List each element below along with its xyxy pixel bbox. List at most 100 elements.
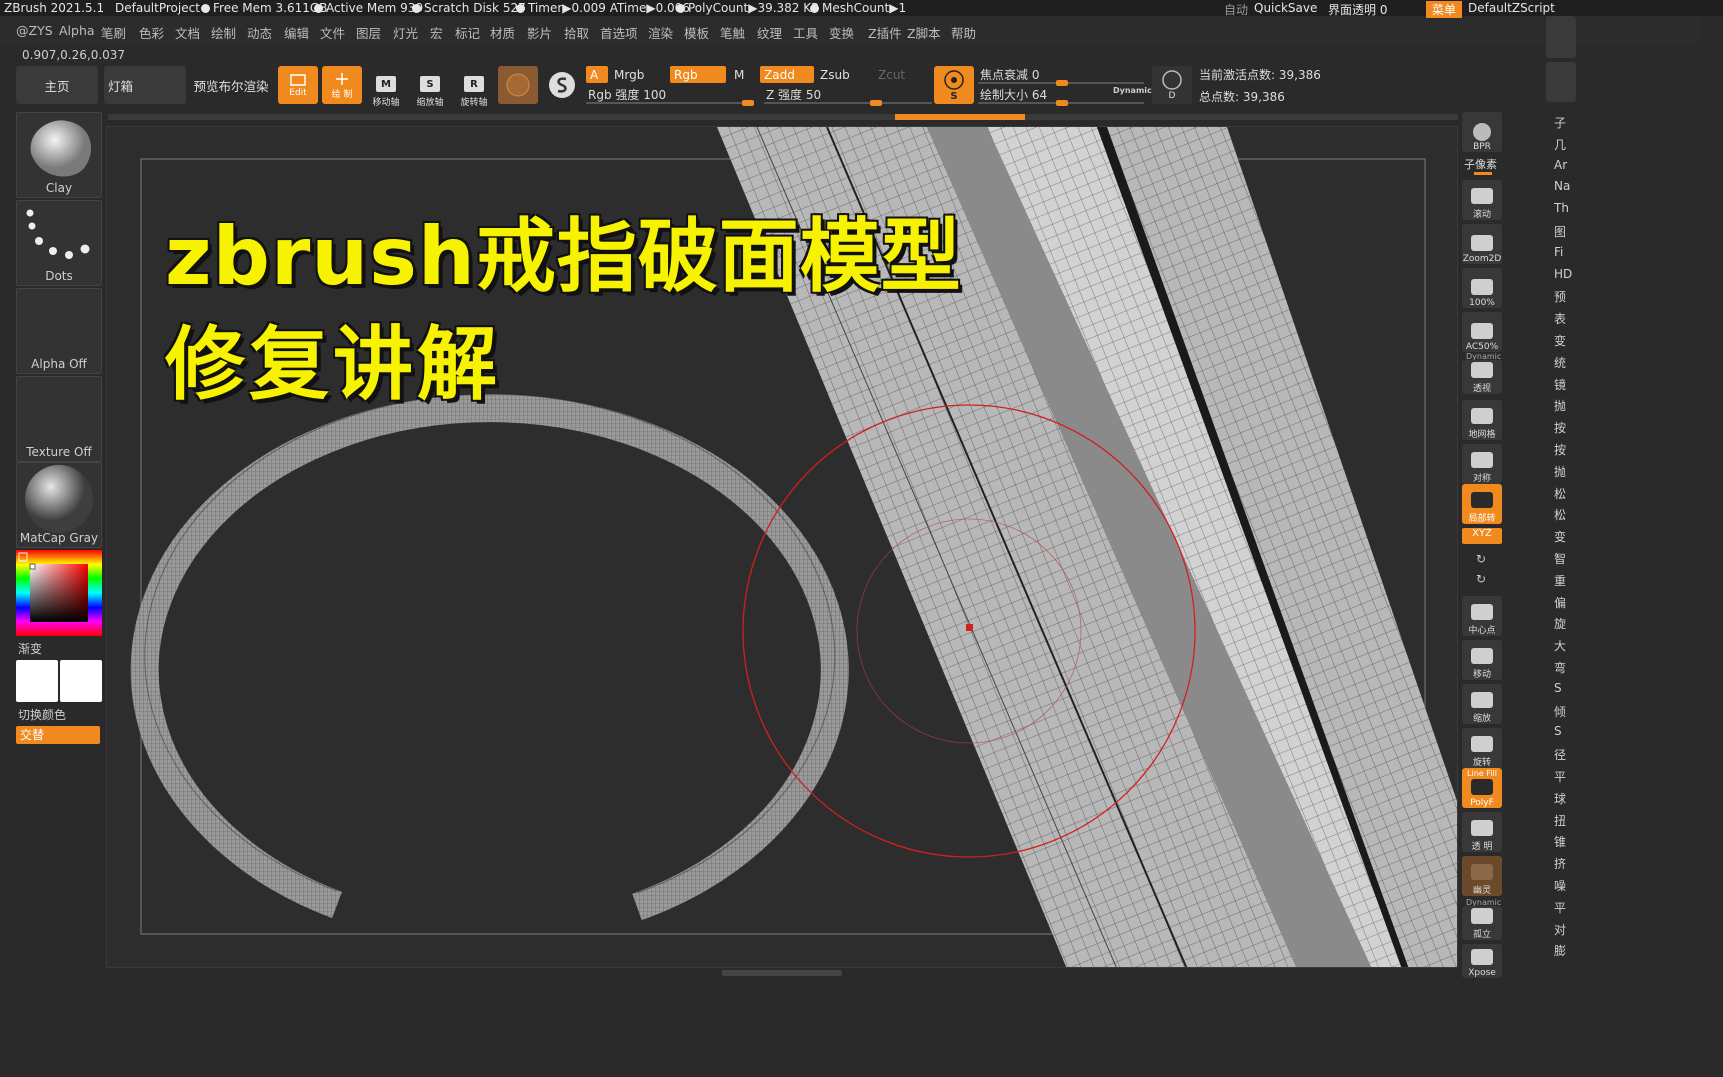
menu-item-20[interactable]: 纹理: [757, 23, 782, 42]
menu-item-17[interactable]: 渲染: [648, 23, 673, 42]
palette-item-32[interactable]: 扭: [1554, 812, 1566, 829]
brush-clay-button[interactable]: Clay: [16, 112, 102, 198]
menu-item-0[interactable]: @ZYS: [16, 23, 53, 38]
menu-item-12[interactable]: 标记: [455, 23, 480, 42]
color-picker[interactable]: [16, 550, 102, 636]
ac50-button[interactable]: AC50%: [1462, 312, 1502, 352]
menu-item-3[interactable]: 色彩: [139, 23, 164, 42]
palette-item-17[interactable]: 松: [1554, 485, 1566, 502]
palette-item-22[interactable]: 偏: [1554, 594, 1566, 611]
rotate-view-button[interactable]: 旋转: [1462, 728, 1502, 768]
xyz-toggle[interactable]: XYZ: [1462, 528, 1502, 544]
palette-item-6[interactable]: Fi: [1554, 245, 1563, 259]
stroke-dots-button[interactable]: Dots: [16, 200, 102, 286]
switch-color-button[interactable]: 切换颜色: [18, 706, 66, 723]
palette-item-4[interactable]: Th: [1554, 201, 1569, 215]
palette-item-2[interactable]: Ar: [1554, 158, 1567, 172]
secondary-color-swatch[interactable]: [60, 660, 102, 702]
palette-item-12[interactable]: 镜: [1554, 376, 1566, 393]
stroke-type-button[interactable]: [542, 66, 582, 104]
menu-item-22[interactable]: 变换: [829, 23, 854, 42]
zoom100-button[interactable]: 100%: [1462, 268, 1502, 308]
menu-item-18[interactable]: 模板: [684, 23, 709, 42]
alternate-button[interactable]: 交替: [16, 726, 100, 744]
menu-item-2[interactable]: 笔刷: [101, 23, 126, 42]
menu-item-23[interactable]: Z插件: [868, 23, 902, 42]
draw-button[interactable]: 绘 制: [322, 66, 362, 104]
palette-item-8[interactable]: 预: [1554, 288, 1566, 305]
menu-item-5[interactable]: 绘制: [211, 23, 236, 42]
spotlight-s-button[interactable]: S: [934, 66, 974, 104]
alpha-off-button[interactable]: Alpha Off: [16, 288, 102, 374]
zscript-button[interactable]: DefaultZScript: [1468, 1, 1555, 15]
m-toggle[interactable]: M: [730, 66, 752, 83]
palette-item-27[interactable]: 倾: [1554, 703, 1566, 720]
transparent-button[interactable]: 透 明: [1462, 812, 1502, 852]
perspective-button[interactable]: 透视: [1462, 360, 1502, 394]
palette-item-15[interactable]: 按: [1554, 441, 1566, 458]
palette-item-31[interactable]: 球: [1554, 790, 1566, 807]
menu-item-24[interactable]: Z脚本: [907, 23, 941, 42]
rotate-y-icon[interactable]: ↻: [1476, 552, 1486, 566]
menu-item-7[interactable]: 编辑: [284, 23, 309, 42]
palette-item-30[interactable]: 平: [1554, 768, 1566, 785]
mrgb-toggle[interactable]: Mrgb: [610, 66, 670, 83]
palette-item-21[interactable]: 重: [1554, 572, 1566, 589]
matcap-gray-button[interactable]: MatCap Gray: [16, 462, 102, 548]
zoom-view-button[interactable]: 缩放: [1462, 684, 1502, 724]
rotate-axis-button[interactable]: R 旋转轴: [454, 66, 494, 108]
local-transform-button[interactable]: 局部转: [1462, 484, 1502, 524]
palette-item-9[interactable]: 表: [1554, 310, 1566, 327]
center-point-button[interactable]: 中心点: [1462, 596, 1502, 636]
palette-item-3[interactable]: Na: [1554, 179, 1570, 193]
move-view-button[interactable]: 移动: [1462, 640, 1502, 680]
bpr-preview-button[interactable]: 预览布尔渲染: [190, 66, 272, 104]
palette-item-13[interactable]: 抛: [1554, 397, 1566, 414]
palette-item-34[interactable]: 挤: [1554, 855, 1566, 872]
polyframe-button[interactable]: Line Fill PolyF: [1462, 768, 1502, 808]
home-button[interactable]: 主页: [16, 66, 98, 104]
move-axis-button[interactable]: M 移动轴: [366, 66, 406, 108]
bottom-shelf-handle[interactable]: [722, 970, 842, 976]
floor-grid-button[interactable]: 地网格: [1462, 400, 1502, 440]
material-swatch[interactable]: [498, 66, 538, 104]
zcut-toggle[interactable]: Zcut: [874, 66, 928, 83]
palette-item-10[interactable]: 变: [1554, 332, 1566, 349]
menu-item-11[interactable]: 宏: [430, 23, 443, 42]
main-color-swatch[interactable]: [16, 660, 58, 702]
palette-thumb[interactable]: [1546, 16, 1576, 58]
palette-item-29[interactable]: 径: [1554, 746, 1566, 763]
menu-item-21[interactable]: 工具: [793, 23, 818, 42]
menu-item-9[interactable]: 图层: [356, 23, 381, 42]
z-intensity-slider[interactable]: Z 强度 50: [764, 86, 932, 106]
palette-item-33[interactable]: 锥: [1554, 833, 1566, 850]
menu-button[interactable]: 菜单: [1426, 1, 1463, 18]
palette-item-38[interactable]: 膨: [1554, 942, 1566, 959]
palette-item-1[interactable]: 几: [1554, 136, 1566, 153]
menu-item-15[interactable]: 拾取: [564, 23, 589, 42]
palette-item-35[interactable]: 噪: [1554, 877, 1566, 894]
dynamic-d-button[interactable]: D: [1152, 66, 1192, 104]
rotate-z-icon[interactable]: ↻: [1476, 572, 1486, 586]
zadd-toggle[interactable]: Zadd: [760, 66, 814, 83]
zoom2d-button[interactable]: Zoom2D: [1462, 224, 1502, 264]
texture-off-button[interactable]: Texture Off: [16, 376, 102, 462]
palette-item-0[interactable]: 子: [1554, 114, 1566, 131]
zsub-toggle[interactable]: Zsub: [816, 66, 872, 83]
scale-axis-button[interactable]: S 缩放轴: [410, 66, 450, 108]
focal-shift-slider[interactable]: 焦点衰减 0: [978, 66, 1144, 86]
menu-item-10[interactable]: 灯光: [393, 23, 418, 42]
menu-item-16[interactable]: 首选项: [600, 23, 638, 42]
menu-item-25[interactable]: 帮助: [951, 23, 976, 42]
palette-item-20[interactable]: 智: [1554, 550, 1566, 567]
palette-item-28[interactable]: S: [1554, 724, 1562, 738]
menu-item-14[interactable]: 影片: [527, 23, 552, 42]
palette-item-36[interactable]: 平: [1554, 899, 1566, 916]
palette-item-37[interactable]: 对: [1554, 921, 1566, 938]
solo-button[interactable]: 孤立: [1462, 906, 1502, 940]
palette-item-18[interactable]: 松: [1554, 506, 1566, 523]
quicksave-button[interactable]: QuickSave: [1254, 1, 1317, 15]
palette-item-25[interactable]: 弯: [1554, 659, 1566, 676]
palette-item-16[interactable]: 抛: [1554, 463, 1566, 480]
palette-item-26[interactable]: S: [1554, 681, 1562, 695]
